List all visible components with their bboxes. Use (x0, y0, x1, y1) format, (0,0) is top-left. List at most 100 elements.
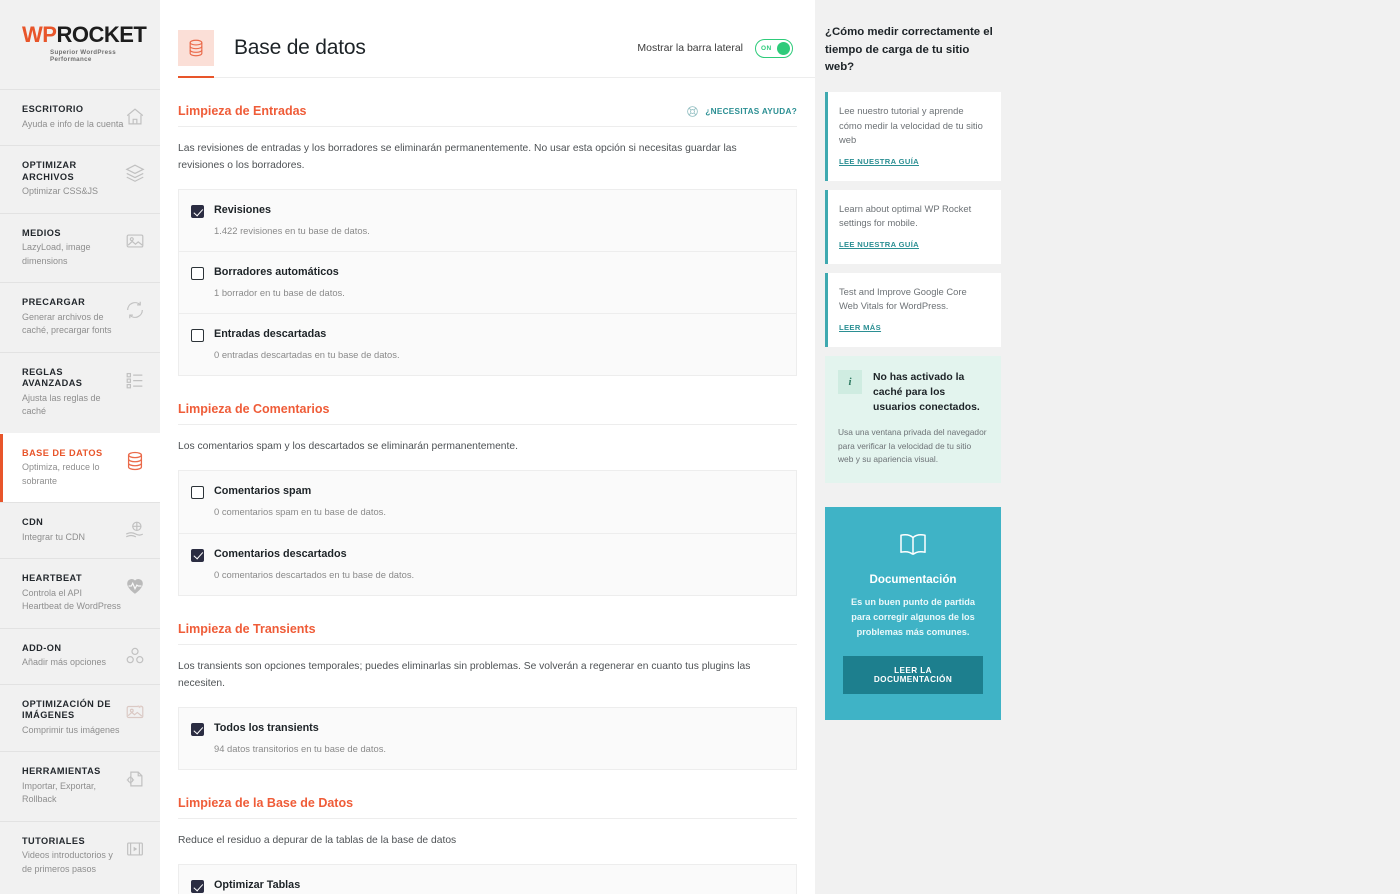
page-header: Base de datos Mostrar la barra lateral O… (160, 0, 815, 78)
sidebar-item-base-de-datos[interactable]: BASE DE DATOS Optimiza, reduce lo sobrant… (0, 432, 160, 502)
option-count: 0 comentarios descartados en tu base de … (214, 568, 415, 580)
need-help-link[interactable]: ¿NECESITAS AYUDA? (686, 105, 797, 118)
cache-notice: i No has activado la caché para los usua… (825, 356, 1001, 483)
tip-text: Test and Improve Google Core Web Vitals … (839, 285, 967, 312)
sidebar-item-title: MEDIOS (22, 227, 61, 238)
tip-link[interactable]: LEER MÁS (839, 323, 881, 332)
sidebar-item-subtitle: LazyLoad, image dimensions (22, 242, 91, 266)
database-icon (178, 30, 214, 66)
option-row-revisiones[interactable]: Revisiones 1.422 revisiones en tu base de… (179, 190, 796, 251)
option-count: 94 datos transitorios en tu base de dato… (214, 742, 386, 754)
section-limpieza-de-la-base-de-datos: Limpieza de la Base de Datos Reduce el re… (178, 770, 797, 894)
right-sidebar: ¿Cómo medir correctamente el tiempo de c… (815, 0, 1400, 894)
option-label: Optimizar Tablas (214, 878, 301, 891)
page-title: Base de datos (234, 36, 366, 59)
show-sidebar-toggle[interactable]: ON (755, 38, 793, 58)
sidebar-item-subtitle: Videos introductorios y de primeros paso… (22, 850, 113, 874)
sidebar-item-title: ADD-ON (22, 642, 62, 653)
list-icon (124, 369, 146, 391)
settings-sections: Limpieza de Entradas ¿NECESITAS AYUDA? Las… (160, 78, 815, 894)
section-title: Limpieza de Comentarios (178, 402, 330, 417)
notice-body: Usa una ventana privada del navegador pa… (838, 427, 987, 465)
imagify-icon (124, 701, 146, 723)
option-card: Comentarios spam 0 comentarios spam en tu… (178, 470, 797, 596)
sidebar-item-escritorio[interactable]: ESCRITORIO Ayuda e info de la cuenta (0, 89, 160, 145)
option-count: 1.422 revisiones en tu base de datos. (214, 224, 370, 236)
sidebar-item-heartbeat[interactable]: HEARTBEAT Controla el API Heartbeat de Wo… (0, 558, 160, 628)
checkbox-comentarios-descartados[interactable] (191, 548, 204, 562)
left-sidebar: WPROCKET Superior WordPress Performance … (0, 0, 160, 894)
checkbox-entradas-descartadas[interactable] (191, 329, 204, 343)
tip-text: Learn about optimal WP Rocket settings f… (839, 202, 972, 229)
sidebar-item-add-on[interactable]: ADD-ON Añadir más opciones (0, 627, 160, 684)
tip-card-list: Lee nuestro tutorial y aprende cómo medi… (825, 92, 1001, 348)
sidebar-item-subtitle: Ajusta las reglas de caché (22, 392, 101, 417)
documentation-card: Documentación Es un buen punto de partid… (825, 506, 1001, 721)
section-limpieza-de-comentarios: Limpieza de Comentarios Los comentarios s… (178, 376, 797, 596)
sidebar-item-title: HERRAMIENTAS (22, 766, 101, 776)
header-active-underline (178, 76, 214, 78)
sidebar-item-subtitle: Añadir más opciones (22, 657, 107, 667)
sidebar-item-optimizar-archivos[interactable]: OPTIMIZAR ARCHIVOS Optimizar CSS&JS (0, 145, 160, 213)
checkbox-revisiones[interactable] (191, 204, 204, 218)
option-label: Entradas descartadas (214, 328, 327, 341)
sidebar-item-title: REGLAS AVANZADAS (22, 366, 83, 389)
option-row-comentarios-descartados[interactable]: Comentarios descartados 0 comentarios des… (179, 532, 796, 595)
option-label: Todos los transients (214, 721, 319, 734)
checkbox-borradores-autom-ticos[interactable] (191, 267, 204, 281)
option-count: 0 comentarios spam en tu base de datos. (214, 506, 386, 518)
option-card: Optimizar Tablas20 tablas para optimizar… (178, 863, 797, 894)
option-card: Todos los transients 94 datos transitorio… (178, 706, 797, 770)
sidebar-item-subtitle: Integrar tu CDN (22, 531, 86, 542)
option-row-todos-los-transients[interactable]: Todos los transients 94 datos transitorio… (179, 708, 796, 769)
sidebar-item-title: HEARTBEAT (22, 573, 83, 583)
checkbox-optimizar-tablas[interactable] (191, 879, 204, 893)
sidebar-item-subtitle: Importar, Exportar, Rollback (22, 780, 97, 805)
sidebar-item-herramientas[interactable]: HERRAMIENTAS Importar, Exportar, Rollback (0, 751, 160, 821)
sidebar-item-optimizaci-n-de-im-genes[interactable]: OPTIMIZACIÓN DE IMÁGENES Comprimir tus im… (0, 683, 160, 752)
wp-rocket-settings-page: WPROCKET Superior WordPress Performance … (0, 0, 1400, 894)
section-title: Limpieza de la Base de Datos (178, 795, 354, 810)
tip-card: Lee nuestro tutorial y aprende cómo medi… (825, 92, 1001, 181)
checkbox-todos-los-transients[interactable] (191, 722, 204, 736)
sidebar-item-title: OPTIMIZACIÓN DE IMÁGENES (22, 698, 111, 721)
video-icon (124, 838, 146, 860)
checkbox-comentarios-spam[interactable] (191, 486, 204, 500)
sidebar-item-subtitle: Ayuda e info de la cuenta (22, 118, 124, 129)
sidebar-item-subtitle: Optimizar CSS&JS (22, 186, 99, 196)
option-row-entradas-descartadas[interactable]: Entradas descartadas 0 entradas descartad… (179, 313, 796, 375)
layers-icon (124, 162, 146, 184)
tip-link[interactable]: LEE NUESTRA GUÍA (839, 240, 919, 249)
option-label: Borradores automáticos (214, 266, 339, 279)
option-row-borradores-autom-ticos[interactable]: Borradores automáticos 1 borrador en tu b… (179, 251, 796, 313)
wp-rocket-logo: WPROCKET Superior WordPress Performance (0, 0, 160, 89)
sidebar-item-title: PRECARGAR (22, 297, 86, 307)
option-row-optimizar-tablas[interactable]: Optimizar Tablas20 tablas para optimizar… (179, 865, 796, 894)
sidebar-item-subtitle: Comprimir tus imágenes (22, 724, 120, 735)
option-label: Comentarios spam (214, 485, 312, 498)
notice-title: No has activado la caché para los usuari… (873, 372, 980, 414)
documentation-text: Es un buen punto de partida para corregi… (850, 596, 976, 637)
section-description: Los comentarios spam y los descartados s… (178, 441, 518, 453)
tip-link[interactable]: LEE NUESTRA GUÍA (839, 157, 919, 166)
section-description: Las revisiones de entradas y los borrado… (178, 143, 737, 171)
sidebar-item-cdn[interactable]: CDN Integrar tu CDN (0, 502, 160, 558)
logo-tagline: Superior WordPress Performance (50, 49, 117, 63)
documentation-title: Documentación (869, 572, 957, 586)
addon-icon (124, 645, 146, 667)
toggle-state-label: ON (761, 44, 772, 52)
tip-card: Test and Improve Google Core Web Vitals … (825, 272, 1001, 348)
section-description: Los transients son opciones temporales; … (178, 660, 751, 689)
sidebar-item-subtitle: Generar archivos de caché, precargar fon… (22, 311, 112, 336)
sidebar-item-precargar[interactable]: PRECARGAR Generar archivos de caché, prec… (0, 282, 160, 352)
sidebar-item-medios[interactable]: MEDIOS LazyLoad, image dimensions (0, 212, 160, 283)
sidebar-item-tutoriales[interactable]: TUTORIALES Videos introductorios y de pri… (0, 820, 160, 891)
sidebar-item-subtitle: Optimiza, reduce lo sobrante (22, 462, 100, 486)
option-row-comentarios-spam[interactable]: Comentarios spam 0 comentarios spam en tu… (179, 471, 796, 532)
logo-wp-text: WP (22, 22, 57, 47)
read-documentation-button[interactable]: LEER LA DOCUMENTACIÓN (843, 656, 983, 695)
database-icon (124, 450, 146, 472)
sidebar-item-reglas-avanzadas[interactable]: REGLAS AVANZADAS Ajusta las reglas de cac… (0, 351, 160, 433)
refresh-icon (124, 299, 146, 321)
sidebar-item-subtitle: Controla el API Heartbeat de WordPress (22, 587, 121, 612)
